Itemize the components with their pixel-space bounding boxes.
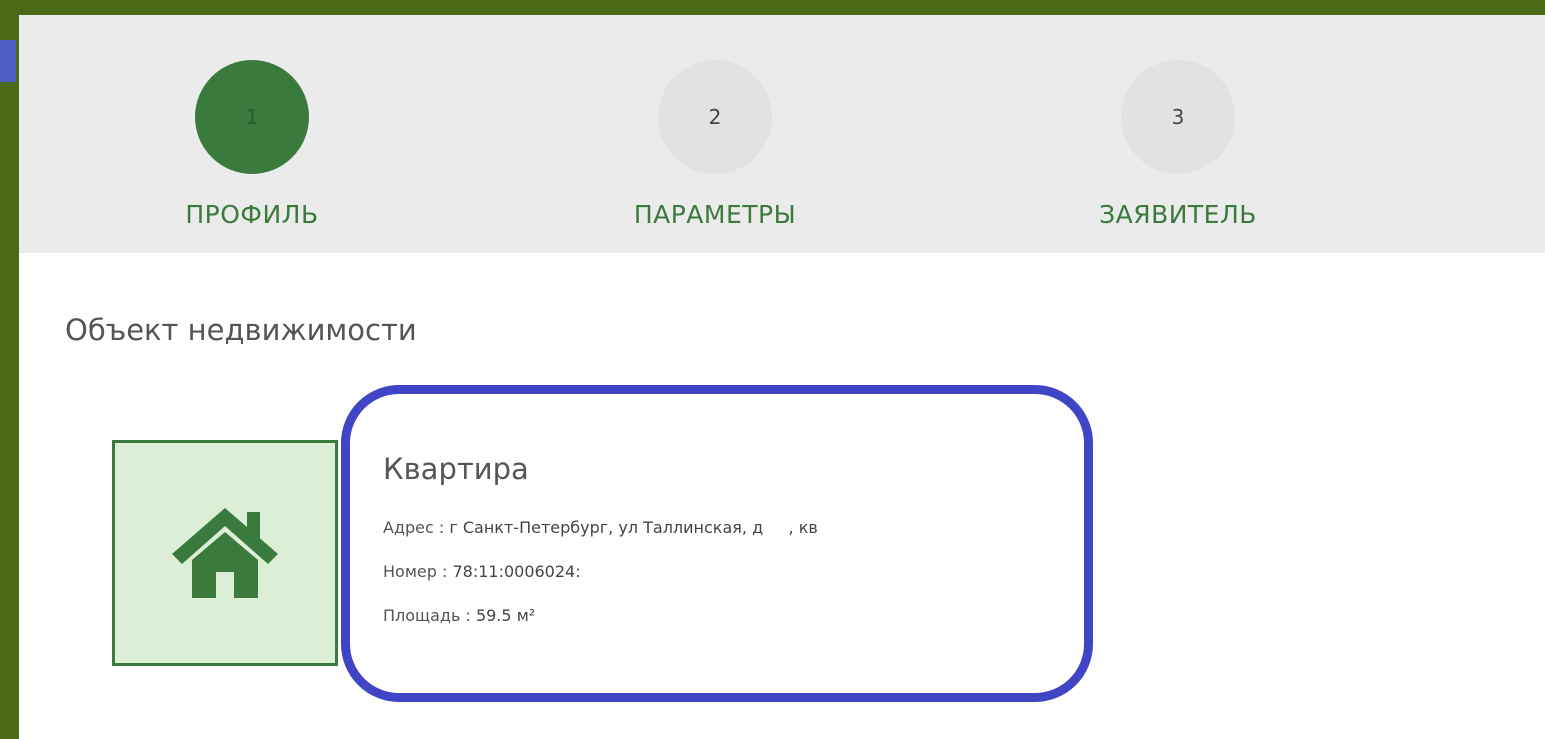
property-type-tile[interactable]: [112, 440, 338, 666]
address-label: Адрес :: [383, 518, 450, 537]
number-line: Номер : 78:11:0006024:: [383, 562, 581, 581]
page-content: 1 ПРОФИЛЬ 2 ПАРАМЕТРЫ 3 ЗАЯВИТЕЛЬ Объект…: [19, 15, 1545, 739]
address-line: Адрес : г Санкт-Петербург, ул Таллинская…: [383, 518, 818, 537]
number-label: Номер :: [383, 562, 453, 581]
step-parameters[interactable]: 2 ПАРАМЕТРЫ: [595, 60, 835, 229]
wizard-steps: 1 ПРОФИЛЬ 2 ПАРАМЕТРЫ 3 ЗАЯВИТЕЛЬ: [19, 15, 1545, 253]
area-label: Площадь :: [383, 606, 476, 625]
area-line: Площадь : 59.5 м²: [383, 606, 535, 625]
step-label: ПАРАМЕТРЫ: [633, 200, 797, 229]
property-card[interactable]: Квартира Адрес : г Санкт-Петербург, ул Т…: [341, 385, 1093, 702]
house-icon: [172, 508, 278, 598]
step-label: ЗАЯВИТЕЛЬ: [1099, 200, 1257, 229]
highlight-edge: [0, 40, 16, 82]
step-number-badge: 1: [195, 60, 309, 174]
address-value: г Санкт-Петербург, ул Таллинская, д , кв: [449, 518, 818, 537]
step-number-badge: 2: [658, 60, 772, 174]
step-number-badge: 3: [1121, 60, 1235, 174]
step-label: ПРОФИЛЬ: [185, 200, 319, 229]
property-type: Квартира: [383, 452, 529, 486]
step-profile[interactable]: 1 ПРОФИЛЬ: [132, 60, 372, 229]
section-title: Объект недвижимости: [65, 313, 417, 347]
area-value: 59.5 м²: [475, 606, 536, 625]
cadastral-number-value: 78:11:0006024:: [452, 562, 581, 581]
step-applicant[interactable]: 3 ЗАЯВИТЕЛЬ: [1058, 60, 1298, 229]
